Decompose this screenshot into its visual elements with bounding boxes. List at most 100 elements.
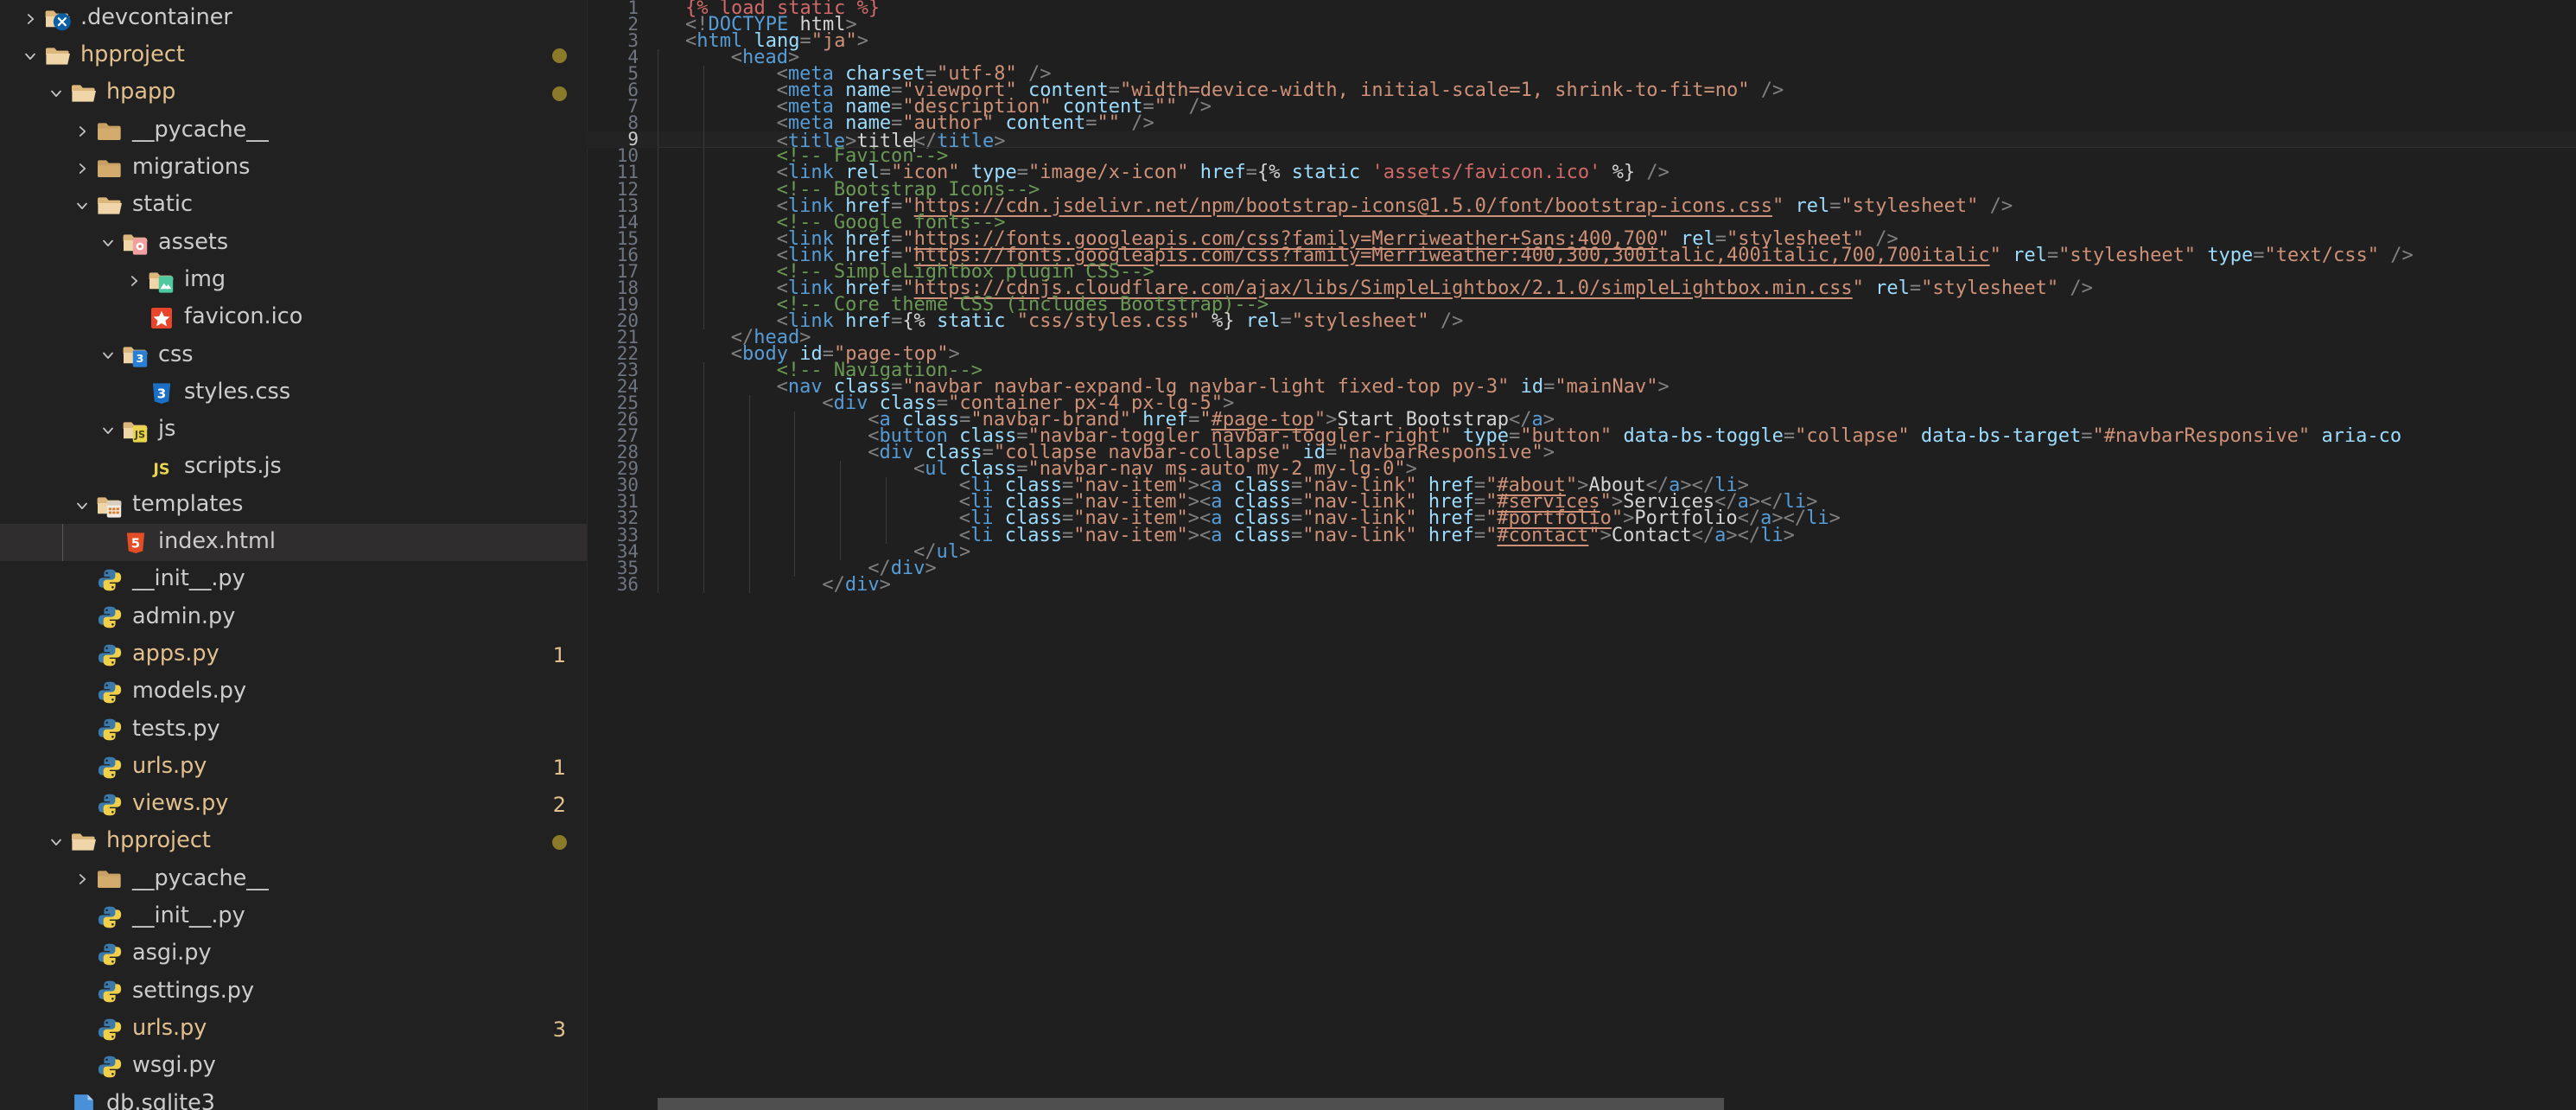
problem-count-badge: 3: [552, 1017, 566, 1042]
tree-item-label: __pycache__: [132, 864, 269, 891]
folder-open-icon: [43, 41, 73, 71]
tree-item[interactable]: 3 styles.css: [0, 374, 587, 411]
indent-guide: [794, 411, 796, 429]
chevron-down-icon[interactable]: [95, 347, 121, 364]
tree-item[interactable]: JS js: [0, 411, 587, 449]
indent-guide: [840, 510, 842, 527]
tree-item[interactable]: hpapp: [0, 75, 587, 112]
tree-item[interactable]: hpproject: [0, 824, 587, 861]
tree-item[interactable]: .devcontainer: [0, 0, 587, 37]
indent-guide: [840, 526, 842, 544]
chevron-down-icon[interactable]: [43, 833, 69, 851]
tree-item-selected[interactable]: 5 index.html: [0, 524, 587, 562]
code-line[interactable]: 36 </div>: [587, 573, 2576, 595]
indent-guide: [703, 197, 704, 214]
tree-item-label: hpapp: [106, 79, 176, 105]
tree-item[interactable]: settings.py: [0, 973, 587, 1011]
code-line[interactable]: 3 <html lang="ja">: [587, 32, 2576, 51]
code-line[interactable]: 2 <!DOCTYPE html>: [587, 16, 2576, 35]
tree-item[interactable]: img: [0, 262, 587, 299]
tree-item[interactable]: __init__.py: [0, 898, 587, 935]
chevron-down-icon[interactable]: [69, 197, 95, 214]
tree-item[interactable]: assets: [0, 225, 587, 262]
tree-item-label: admin.py: [132, 603, 236, 629]
tree-item[interactable]: urls.py 1: [0, 749, 587, 786]
tree-item[interactable]: admin.py: [0, 599, 587, 636]
indent-guide: [748, 395, 750, 412]
tree-item[interactable]: tests.py: [0, 711, 587, 749]
code-text[interactable]: {% load static %}: [658, 0, 2576, 18]
code-line[interactable]: 1 {% load static %}: [587, 0, 2576, 18]
indent-guide: [703, 411, 704, 429]
code-text[interactable]: </div>: [658, 575, 2576, 594]
line-number: 36: [616, 573, 639, 595]
tree-item[interactable]: templates: [0, 487, 587, 524]
chevron-down-icon[interactable]: [17, 48, 43, 65]
file-html-icon: 5: [121, 528, 150, 558]
code-text[interactable]: <html lang="ja">: [658, 32, 2576, 51]
chevron-down-icon[interactable]: [69, 497, 95, 514]
tree-item[interactable]: __init__.py: [0, 561, 587, 598]
chevron-right-icon[interactable]: [69, 160, 95, 177]
indent-guide: [703, 379, 704, 396]
tree-item[interactable]: 3 css: [0, 337, 587, 374]
code-line[interactable]: 28 <div class="collapse navbar-collapse" …: [587, 443, 2576, 462]
problem-count-badge: 2: [552, 792, 566, 817]
tree-item[interactable]: models.py: [0, 673, 587, 711]
tree-item[interactable]: views.py 2: [0, 786, 587, 823]
file-database-icon: [69, 1089, 99, 1110]
code-text[interactable]: <meta name="author" content="" />: [658, 114, 2576, 133]
tree-item[interactable]: urls.py 3: [0, 1011, 587, 1048]
tree-item-label: index.html: [158, 528, 276, 555]
folder-css-icon: 3: [121, 341, 150, 370]
code-line[interactable]: 20 <link href={% static "css/styles.css" …: [587, 311, 2576, 330]
folder-assets-icon: [121, 228, 150, 258]
code-line[interactable]: 8 <meta name="author" content="" />: [587, 114, 2576, 133]
tree-item[interactable]: hpproject: [0, 37, 587, 74]
tree-item-label: static: [132, 191, 194, 218]
horizontal-scrollbar-thumb[interactable]: [658, 1098, 1724, 1110]
tree-item[interactable]: __pycache__: [0, 112, 587, 150]
tree-item[interactable]: db.sqlite3: [0, 1086, 587, 1110]
line-number: 7: [627, 96, 639, 118]
tree-item[interactable]: apps.py 1: [0, 636, 587, 673]
tree-item[interactable]: JS scripts.js: [0, 450, 587, 487]
code-content[interactable]: 1 {% load static %} 2 <!DOCTYPE html> 3 <html…: [587, 0, 2576, 1110]
code-text[interactable]: </div>: [658, 558, 2576, 577]
chevron-right-icon[interactable]: [69, 123, 95, 140]
chevron-right-icon[interactable]: [17, 10, 43, 28]
tree-item[interactable]: wsgi.py: [0, 1048, 587, 1085]
code-editor[interactable]: 1 {% load static %} 2 <!DOCTYPE html> 3 <html…: [587, 0, 2576, 1110]
indent-guide: [703, 312, 704, 329]
code-text[interactable]: </ul>: [658, 542, 2576, 561]
file-css-icon: 3: [147, 379, 176, 408]
indent-guide: [703, 428, 704, 445]
code-text[interactable]: <link href={% static "css/styles.css" %}…: [658, 311, 2576, 330]
tree-item[interactable]: static: [0, 187, 587, 224]
indent-guide: [748, 411, 750, 429]
file-python-icon: [95, 641, 124, 670]
tree-item[interactable]: __pycache__: [0, 861, 587, 898]
svg-text:JS: JS: [152, 462, 169, 479]
folder-closed-icon: [95, 154, 124, 183]
code-line[interactable]: 33 <li class="nav-item"><a class="nav-lin…: [587, 526, 2576, 545]
indent-guide: [886, 477, 887, 494]
chevron-down-icon[interactable]: [43, 85, 69, 102]
chevron-down-icon[interactable]: [95, 234, 121, 252]
tree-item[interactable]: asgi.py: [0, 935, 587, 973]
indent-guide: [748, 543, 750, 560]
svg-text:3: 3: [157, 386, 166, 401]
tree-item[interactable]: favicon.ico: [0, 299, 587, 336]
chevron-right-icon[interactable]: [121, 272, 147, 290]
chevron-down-icon[interactable]: [95, 422, 121, 439]
chevron-right-icon[interactable]: [69, 871, 95, 888]
file-explorer-sidebar[interactable]: .devcontainer hpproject hpapp __pycache__ mi…: [0, 0, 587, 1110]
tree-item-label: urls.py: [132, 752, 207, 779]
tree-item[interactable]: migrations: [0, 150, 587, 187]
file-tree[interactable]: .devcontainer hpproject hpapp __pycache__ mi…: [0, 0, 587, 1110]
indent-guide: [748, 559, 750, 577]
folder-open-icon: [69, 827, 99, 857]
code-text[interactable]: <!DOCTYPE html>: [658, 16, 2576, 35]
indent-guide: [703, 115, 704, 132]
file-python-icon: [95, 1015, 124, 1044]
